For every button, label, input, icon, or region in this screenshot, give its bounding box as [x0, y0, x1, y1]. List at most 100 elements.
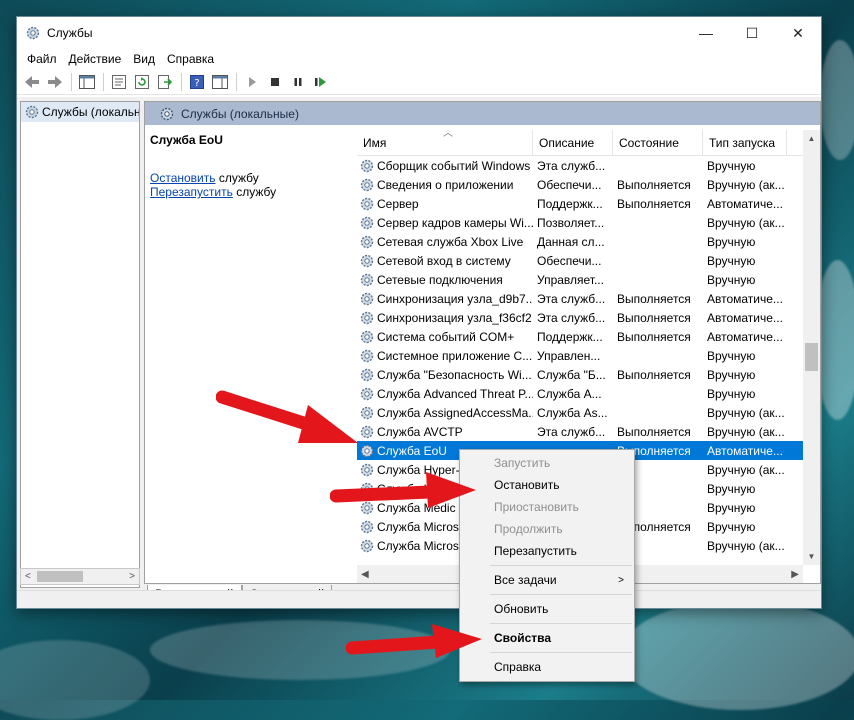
service-name: Служба Micros — [377, 538, 459, 553]
back-button[interactable] — [21, 71, 43, 93]
service-startup-type: Вручную — [707, 500, 756, 515]
column-header-description[interactable]: Описание — [533, 130, 613, 155]
menu-action[interactable]: Действие — [63, 52, 128, 66]
service-gear-icon — [360, 197, 374, 210]
service-name: Система событий COM+ — [377, 329, 515, 344]
context-menu-item[interactable]: Остановить — [460, 474, 634, 496]
service-state: Выполняется — [617, 329, 691, 344]
table-row[interactable]: Сетевой вход в систему Обеспечи... Вручную — [357, 251, 820, 270]
stop-service-link[interactable]: Остановить — [150, 171, 216, 185]
column-header-startup-type[interactable]: Тип запуска — [703, 130, 787, 155]
pause-service-button[interactable] — [287, 71, 309, 93]
context-menu-item: Запустить — [460, 452, 634, 474]
service-name-cell: Служба AVCTP — [357, 424, 533, 440]
restart-service-button[interactable] — [310, 71, 332, 93]
scroll-thumb[interactable] — [805, 343, 818, 371]
context-menu-item[interactable]: Свойства — [460, 627, 634, 649]
scroll-down-icon[interactable]: ▼ — [803, 548, 820, 565]
tree-item-services-local[interactable]: Службы (локальны — [21, 102, 139, 122]
description-pane: Служба EoU Остановить службу Перезапусти… — [145, 125, 353, 583]
scroll-right-icon[interactable]: ▶ — [791, 569, 799, 580]
close-button[interactable]: ✕ — [775, 17, 821, 49]
annotation-arrow-icon — [330, 472, 476, 508]
scroll-left-icon[interactable]: < — [25, 571, 31, 582]
service-name: Служба Advanced Threat P... — [377, 386, 533, 401]
table-row[interactable]: Системное приложение С... Управлен... Вруч… — [357, 346, 820, 365]
export-list-button[interactable] — [154, 71, 176, 93]
forward-button[interactable] — [44, 71, 66, 93]
table-row[interactable]: Система событий COM+ Поддержк... Выполняет… — [357, 327, 820, 346]
service-name-cell: Система событий COM+ — [357, 329, 533, 345]
status-bar — [17, 590, 821, 608]
context-menu-item[interactable]: Все задачи > — [460, 569, 634, 591]
show-action-pane-button[interactable] — [209, 71, 231, 93]
scroll-up-icon[interactable]: ▲ — [803, 130, 820, 147]
service-state: Выполняется — [617, 424, 691, 439]
context-menu-item-label: Обновить — [494, 602, 549, 616]
context-menu-item[interactable]: Справка — [460, 656, 634, 678]
menu-help[interactable]: Справка — [161, 52, 220, 66]
context-menu-item[interactable]: Обновить — [460, 598, 634, 620]
table-row[interactable]: Сервер Поддержк... Выполняется Автоматиче..… — [357, 194, 820, 213]
toolbar: ? — [17, 69, 821, 95]
table-row[interactable]: Служба AVCTP Эта служб... Выполняется Вручн… — [357, 422, 820, 441]
show-console-tree-button[interactable] — [76, 71, 98, 93]
menu-file[interactable]: Файл — [21, 52, 63, 66]
table-row[interactable]: Сетевая служба Xbox Live Данная сл... Вруч… — [357, 232, 820, 251]
table-row[interactable]: Сведения о приложении Обеспечи... Выполняе… — [357, 175, 820, 194]
vertical-scrollbar[interactable]: ▲ ▼ — [803, 130, 820, 565]
help-button[interactable]: ? — [186, 71, 208, 93]
stop-service-button[interactable] — [264, 71, 286, 93]
service-description: Поддержк... — [537, 329, 603, 344]
table-row[interactable]: Синхронизация узла_f36cf2 Эта служб... Вып… — [357, 308, 820, 327]
arrow-right-icon — [48, 75, 62, 88]
play-icon — [249, 76, 256, 87]
toolbar-separator — [71, 72, 72, 91]
context-menu-item-label: Справка — [494, 660, 542, 674]
service-gear-icon — [360, 216, 374, 229]
help-icon: ? — [190, 74, 204, 89]
service-name: Сервер — [377, 196, 419, 211]
scroll-left-icon[interactable]: ◀ — [361, 569, 369, 580]
service-name-cell: Служба AssignedAccessMa... — [357, 405, 533, 421]
properties-button[interactable] — [108, 71, 130, 93]
column-headers: ︿ Имя Описание Состояние Тип запуска — [357, 128, 820, 156]
service-name: Синхронизация узла_d9b7... — [377, 291, 533, 306]
restart-service-link[interactable]: Перезапустить — [150, 185, 233, 199]
service-description: Поддержк... — [537, 196, 603, 211]
console-tree-icon — [79, 74, 95, 89]
service-startup-type: Вручную — [707, 253, 756, 268]
table-row[interactable]: Служба Advanced Threat P... Служба А... Вр… — [357, 384, 820, 403]
minimize-button[interactable]: — — [683, 17, 729, 49]
service-name-cell: Сервер кадров камеры Wi... — [357, 215, 533, 231]
service-startup-type: Автоматиче... — [707, 196, 783, 211]
service-gear-icon — [360, 159, 374, 172]
table-row[interactable]: Синхронизация узла_d9b7... Эта служб... Вы… — [357, 289, 820, 308]
start-service-button[interactable] — [241, 71, 263, 93]
service-gear-icon — [360, 368, 374, 381]
service-gear-icon — [360, 273, 374, 286]
context-menu-item[interactable]: Перезапустить — [460, 540, 634, 562]
context-menu-item-label: Перезапустить — [494, 544, 577, 558]
tree-horizontal-scrollbar[interactable]: < > — [20, 568, 140, 585]
context-menu-item-label: Продолжить — [494, 522, 563, 536]
table-row[interactable]: Сборщик событий Windows Эта служб... Вручн… — [357, 156, 820, 175]
service-name: Служба Micros — [377, 519, 459, 534]
scroll-thumb[interactable] — [37, 571, 83, 582]
pause-icon — [294, 77, 302, 86]
table-row[interactable]: Служба "Безопасность Wi... Служба "Б... Вы… — [357, 365, 820, 384]
scroll-right-icon[interactable]: > — [129, 571, 135, 582]
services-gear-icon — [160, 107, 174, 120]
service-name-cell: Синхронизация узла_f36cf2 — [357, 310, 533, 326]
table-row[interactable]: Сервер кадров камеры Wi... Позволяет... Вр… — [357, 213, 820, 232]
service-startup-type: Вручную — [707, 348, 756, 363]
column-header-state[interactable]: Состояние — [613, 130, 703, 155]
console-tree: Службы (локальны — [20, 101, 140, 588]
menu-separator — [490, 565, 632, 566]
maximize-button[interactable]: ☐ — [729, 17, 775, 49]
service-name-cell: Служба "Безопасность Wi... — [357, 367, 533, 383]
table-row[interactable]: Сетевые подключения Управляет... Вручную — [357, 270, 820, 289]
menu-view[interactable]: Вид — [127, 52, 161, 66]
refresh-button[interactable] — [131, 71, 153, 93]
table-row[interactable]: Служба AssignedAccessMa... Служба As... Вр… — [357, 403, 820, 422]
